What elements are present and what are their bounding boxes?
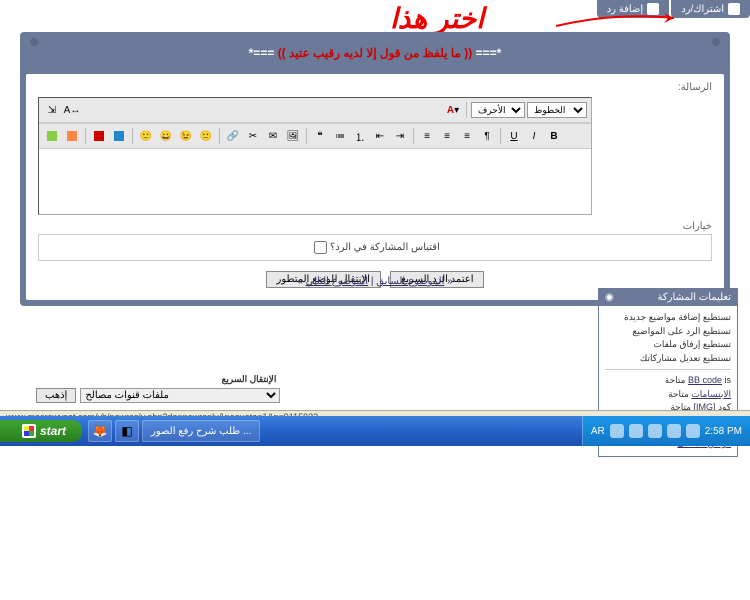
- tray-icon-4[interactable]: [667, 424, 681, 438]
- rule-line-3: تستطيع إرفاق ملفات: [605, 338, 731, 352]
- taskbar-items: 🦊 ◧ طلب شرح رفع الصور ...: [88, 420, 260, 442]
- taskbar-active-window[interactable]: طلب شرح رفع الصور ...: [142, 420, 260, 442]
- options-box: اقتباس المشاركة في الرد؟: [38, 234, 712, 261]
- prev-thread-link[interactable]: الموضوع السابق: [376, 276, 444, 287]
- link-icon[interactable]: 🔗: [224, 127, 242, 145]
- italic-icon[interactable]: I: [525, 127, 543, 145]
- format-icon-1[interactable]: [43, 127, 61, 145]
- editor-area: الرسالة: ⇲ A↔ A▾ الأحرف الخطوط 🙂 😀: [26, 74, 724, 300]
- options-label: خيارات: [38, 221, 712, 232]
- font-family-select[interactable]: الخطوط: [527, 102, 587, 118]
- bold-icon[interactable]: B: [545, 127, 563, 145]
- language-indicator[interactable]: AR: [591, 426, 605, 437]
- rtl-icon[interactable]: ¶: [478, 127, 496, 145]
- rich-text-editor: ⇲ A↔ A▾ الأحرف الخطوط 🙂 😀 😉 🙁: [38, 97, 592, 215]
- tray-icon-5[interactable]: [686, 424, 700, 438]
- media-icon[interactable]: [110, 127, 128, 145]
- smilies-link[interactable]: الابتسامات: [691, 389, 731, 399]
- windows-logo-icon: [22, 424, 36, 438]
- editor-toolbar-row-2: 🙂 😀 😉 🙁 🔗 ✂ ✉ 🖼 ❝ ≔ ⒈ ⇤ ⇥ ≡ ≡ ≡ ¶: [39, 123, 591, 149]
- smiley-icon-4[interactable]: 🙁: [197, 127, 215, 145]
- align-left-icon[interactable]: ≡: [458, 127, 476, 145]
- align-right-icon[interactable]: ≡: [418, 127, 436, 145]
- align-center-icon[interactable]: ≡: [438, 127, 456, 145]
- annotation-choose-this: اختر هذا: [390, 2, 484, 35]
- underline-icon[interactable]: U: [505, 127, 523, 145]
- font-size-select[interactable]: الأحرف: [471, 102, 525, 118]
- unlink-icon[interactable]: ✂: [244, 127, 262, 145]
- next-thread-link[interactable]: الموضوع التالي: [306, 276, 368, 287]
- rule-line-1: تستطيع إضافة مواضيع جديدة: [605, 311, 731, 325]
- color-picker-icon[interactable]: A▾: [444, 101, 462, 119]
- system-tray: AR 2:58 PM: [582, 416, 750, 446]
- new-reply-icon: [728, 3, 740, 15]
- add-reply-label: إضافة رد: [607, 4, 644, 15]
- expand-editor-icon[interactable]: ⇲: [43, 101, 61, 119]
- rules-collapse-icon[interactable]: ◉: [605, 292, 614, 303]
- new-reply-label: اشتراك/رد: [681, 4, 724, 15]
- switch-mode-icon[interactable]: A↔: [63, 101, 81, 119]
- taskbar-firefox-icon[interactable]: 🦊: [88, 420, 112, 442]
- panel-dot-right: [712, 38, 720, 46]
- tray-icon-1[interactable]: [610, 424, 624, 438]
- taskbar-app-icon[interactable]: ◧: [115, 420, 139, 442]
- message-textarea[interactable]: [39, 149, 591, 214]
- tray-icon-2[interactable]: [629, 424, 643, 438]
- smiley-icon-1[interactable]: 🙂: [137, 127, 155, 145]
- quick-nav-select[interactable]: ملفات قنوات مصالح: [80, 388, 280, 403]
- reply-panel: *=== (( ما يلفظ من قول إلا لديه رقيب عتي…: [20, 32, 730, 306]
- smiley-icon-2[interactable]: 😀: [157, 127, 175, 145]
- rule-line-4: تستطيع تعديل مشاركاتك: [605, 352, 731, 366]
- bbcode-link[interactable]: BB code: [688, 375, 722, 385]
- quote-checkbox[interactable]: [314, 241, 327, 254]
- rules-header: تعليمات المشاركة ◉: [599, 289, 737, 306]
- image-icon[interactable]: 🖼: [284, 127, 302, 145]
- annotation-arrow: [556, 14, 684, 32]
- quick-navigation: الإنتقال السريع إذهب ملفات قنوات مصالح: [36, 388, 280, 403]
- quick-nav-label: الإنتقال السريع: [222, 374, 277, 385]
- youtube-icon[interactable]: [90, 127, 108, 145]
- message-label: الرسالة:: [38, 82, 712, 93]
- panel-dot-left: [30, 38, 38, 46]
- windows-taskbar: start 🦊 ◧ طلب شرح رفع الصور ... AR 2:58 …: [0, 416, 750, 446]
- email-icon[interactable]: ✉: [264, 127, 282, 145]
- list-ol-icon[interactable]: ⒈: [351, 127, 369, 145]
- indent-icon[interactable]: ⇥: [391, 127, 409, 145]
- taskbar-clock[interactable]: 2:58 PM: [705, 426, 742, 437]
- smiley-icon-3[interactable]: 😉: [177, 127, 195, 145]
- outdent-icon[interactable]: ⇤: [371, 127, 389, 145]
- thread-nav-links: « الموضوع السابق | الموضوع التالي »: [0, 276, 750, 287]
- thread-title: *=== (( ما يلفظ من قول إلا لديه رقيب عتي…: [26, 38, 724, 74]
- quote-icon[interactable]: ❝: [311, 127, 329, 145]
- rule-line-2: تستطيع الرد على المواضيع: [605, 325, 731, 339]
- quick-nav-go-button[interactable]: إذهب: [36, 388, 76, 403]
- list-ul-icon[interactable]: ≔: [331, 127, 349, 145]
- start-button[interactable]: start: [0, 420, 82, 442]
- quote-option-label[interactable]: اقتباس المشاركة في الرد؟: [310, 242, 440, 253]
- editor-toolbar-row-1: ⇲ A↔ A▾ الأحرف الخطوط: [39, 98, 591, 123]
- tray-icon-3[interactable]: [648, 424, 662, 438]
- format-icon-2[interactable]: [63, 127, 81, 145]
